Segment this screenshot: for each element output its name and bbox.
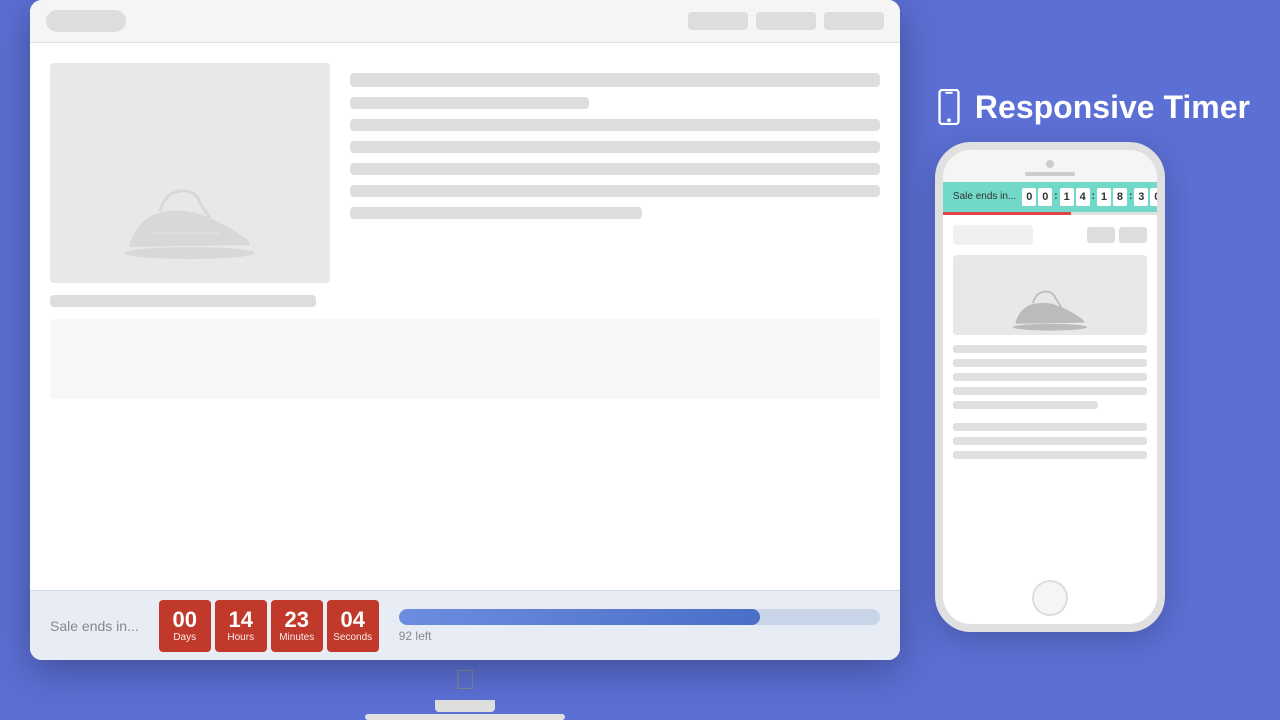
- timer-seconds-label: Seconds: [333, 632, 372, 643]
- desktop-screen: Sale ends in... 00 Days 14 Hours 23 Minu…: [30, 0, 900, 660]
- timer-box-seconds: 04 Seconds: [327, 600, 379, 652]
- stand-neck: [435, 700, 495, 712]
- phone-skeleton-lines: [953, 345, 1147, 459]
- phone-icon: [935, 89, 963, 125]
- timer-box-days: 00 Days: [159, 600, 211, 652]
- product-image: [50, 63, 330, 283]
- phone-browser-row: [953, 225, 1147, 245]
- desktop-mockup-wrapper: Sale ends in... 00 Days 14 Hours 23 Minu…: [30, 0, 900, 720]
- browser-btn-3: [824, 12, 884, 30]
- skeleton-line-2: [350, 97, 589, 109]
- timer-box-minutes: 23 Minutes: [271, 600, 323, 652]
- phone-colon-1: :: [1054, 188, 1057, 206]
- phone-camera: [1046, 160, 1054, 168]
- phone-browser-btns: [1087, 227, 1147, 243]
- phone-browser-btn-1: [1087, 227, 1115, 243]
- skeleton-line-3: [350, 119, 880, 131]
- page-content: [30, 43, 900, 590]
- skeleton-line-6: [350, 185, 880, 197]
- timer-seconds-value: 04: [340, 608, 364, 632]
- phone-timer-banner: Sale ends in... 0 0 : 1 4 : 1 8 : 3 0: [943, 182, 1157, 212]
- phone-skel-4: [953, 387, 1147, 395]
- phone-content: [943, 215, 1157, 572]
- phone-sale-label: Sale ends in...: [953, 191, 1016, 202]
- skeleton-line-1: [350, 73, 880, 87]
- content-block: [50, 319, 880, 399]
- apple-logo: : [455, 664, 476, 696]
- phone-home-button[interactable]: [1032, 580, 1068, 616]
- sale-ends-label: Sale ends in...: [50, 618, 139, 634]
- section-title: Responsive Timer: [975, 89, 1250, 126]
- phone-colon-2: :: [1092, 188, 1095, 206]
- product-details: [350, 63, 880, 219]
- phone-skel-5: [953, 401, 1099, 409]
- phone-top-bar: [943, 150, 1157, 182]
- phone-timer-digits: 0 0 : 1 4 : 1 8 : 3 0: [1022, 188, 1164, 206]
- desktop-stand: : [365, 660, 565, 720]
- browser-btn-2: [756, 12, 816, 30]
- skeleton-line-7: [350, 207, 642, 219]
- timer-minutes-label: Minutes: [279, 632, 314, 643]
- timer-box-hours: 14 Hours: [215, 600, 267, 652]
- phone-skel-2: [953, 359, 1147, 367]
- phone-speaker: [1025, 172, 1075, 176]
- phone-digit-2: 1: [1060, 188, 1074, 206]
- phone-shoe-silhouette: [1010, 285, 1090, 335]
- browser-buttons: [688, 12, 884, 30]
- progress-bar-fill: [399, 609, 760, 625]
- phone-browser-btn-2: [1119, 227, 1147, 243]
- stand-base: [365, 714, 565, 720]
- phone-product-image: [953, 255, 1147, 335]
- shoe-silhouette: [120, 183, 260, 263]
- timer-days-value: 00: [172, 608, 196, 632]
- timer-hours-label: Hours: [227, 632, 254, 643]
- desktop-mockup: Sale ends in... 00 Days 14 Hours 23 Minu…: [30, 0, 900, 660]
- timer-hours-value: 14: [228, 608, 252, 632]
- phone-skel-1: [953, 345, 1147, 353]
- phone-colon-3: :: [1129, 188, 1132, 206]
- phone-digit-1: 0: [1038, 188, 1052, 206]
- skeleton-line-5: [350, 163, 880, 175]
- phone-digit-0: 0: [1022, 188, 1036, 206]
- phone-digit-5: 8: [1113, 188, 1127, 206]
- skeleton-line-4: [350, 141, 880, 153]
- progress-section: 92 left: [399, 609, 880, 643]
- timer-minutes-value: 23: [284, 608, 308, 632]
- timer-boxes: 00 Days 14 Hours 23 Minutes 04 Seconds: [159, 600, 379, 652]
- phone-digit-3: 4: [1076, 188, 1090, 206]
- browser-btn-1: [688, 12, 748, 30]
- progress-label: 92 left: [399, 629, 880, 643]
- phone-skel-8: [953, 451, 1147, 459]
- timer-days-label: Days: [173, 632, 196, 643]
- product-name-bar: [50, 295, 316, 307]
- phone-skel-6: [953, 423, 1147, 431]
- phone-section: Responsive Timer Sale ends in... 0 0 : 1…: [935, 89, 1250, 632]
- phone-browser-bar: [953, 225, 1033, 245]
- phone-digit-6: 3: [1134, 188, 1148, 206]
- phone-digit-7: 0: [1150, 188, 1164, 206]
- phone-digit-4: 1: [1097, 188, 1111, 206]
- phone-skel-7: [953, 437, 1147, 445]
- phone-skel-3: [953, 373, 1147, 381]
- browser-bar: [30, 0, 900, 43]
- section-header: Responsive Timer: [935, 89, 1250, 126]
- progress-bar-track: [399, 609, 880, 625]
- browser-address-bar: [46, 10, 126, 32]
- product-section: [50, 63, 880, 283]
- phone-mockup: Sale ends in... 0 0 : 1 4 : 1 8 : 3 0: [935, 142, 1165, 632]
- timer-bottom-bar: Sale ends in... 00 Days 14 Hours 23 Minu…: [30, 590, 900, 660]
